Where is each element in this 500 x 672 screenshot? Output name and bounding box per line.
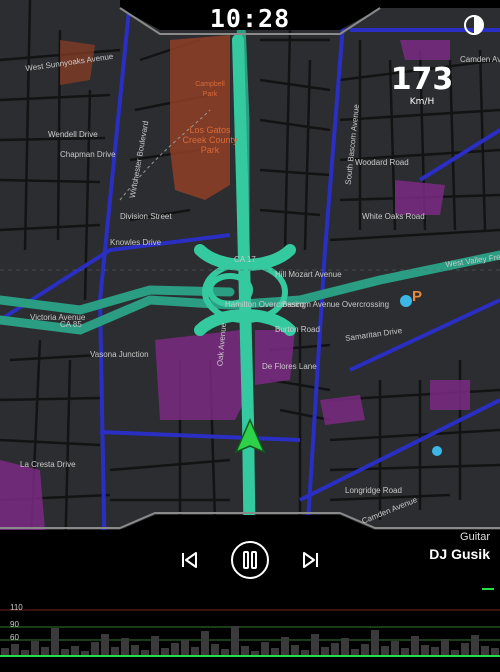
graph-bar bbox=[261, 642, 269, 656]
park-label: Los Gatos Creek County Park bbox=[182, 125, 238, 155]
graph-bar bbox=[371, 630, 379, 656]
speed-value: 173 bbox=[390, 62, 454, 97]
graph-bar bbox=[331, 643, 339, 656]
graph-canvas bbox=[0, 609, 500, 657]
graph-bar bbox=[1, 648, 9, 656]
speed-graph: 110 90 60 bbox=[0, 596, 500, 667]
graph-bar bbox=[121, 638, 129, 656]
y-axis-label: 110 bbox=[10, 603, 23, 612]
parking-icon[interactable]: P bbox=[412, 288, 422, 305]
street-label: De Flores Lane bbox=[262, 362, 317, 371]
graph-bar bbox=[221, 649, 229, 656]
airport-marker[interactable] bbox=[400, 295, 412, 307]
street-label: Knowles Drive bbox=[110, 238, 162, 247]
pause-icon bbox=[231, 541, 269, 579]
graph-bar bbox=[211, 644, 219, 656]
street-label: Woodard Road bbox=[355, 158, 409, 167]
graph-bar bbox=[361, 644, 369, 656]
graph-bar bbox=[411, 636, 419, 656]
street-label: Camden Avenue bbox=[460, 55, 500, 64]
graph-bar bbox=[481, 646, 489, 656]
status-indicator bbox=[482, 588, 494, 590]
street-label: White Oaks Road bbox=[362, 212, 425, 221]
theme-toggle-icon[interactable] bbox=[463, 14, 485, 36]
street-label: Division Street bbox=[120, 212, 172, 221]
graph-bar bbox=[321, 647, 329, 656]
graph-bar bbox=[231, 626, 239, 656]
park-area bbox=[170, 35, 230, 200]
graph-bar bbox=[201, 631, 209, 656]
graph-bar bbox=[41, 647, 49, 656]
y-axis-label: 60 bbox=[10, 633, 19, 642]
graph-bar bbox=[421, 645, 429, 656]
street-label: Longridge Road bbox=[345, 486, 402, 495]
graph-bar bbox=[341, 638, 349, 656]
graph-bar bbox=[461, 643, 469, 656]
graph-bar bbox=[351, 649, 359, 656]
skip-previous-icon bbox=[182, 552, 197, 568]
graph-bar bbox=[271, 648, 279, 656]
street-label: Hamilton Overcrossing bbox=[225, 300, 306, 309]
graph-bar bbox=[491, 648, 499, 656]
street-label: Vasona Junction bbox=[90, 350, 149, 359]
graph-bar bbox=[191, 647, 199, 656]
clock-time: 10:28 bbox=[209, 4, 291, 33]
graph-bar bbox=[391, 641, 399, 656]
graph-bar bbox=[171, 643, 179, 656]
graph-bar bbox=[471, 635, 479, 656]
graph-bar bbox=[131, 645, 139, 656]
graph-bar bbox=[431, 647, 439, 656]
graph-bar bbox=[241, 646, 249, 656]
speed-unit: Km/H bbox=[409, 97, 435, 107]
street-label: CA 85 bbox=[60, 320, 82, 329]
play-pause-button[interactable] bbox=[230, 540, 270, 580]
graph-bar bbox=[101, 634, 109, 656]
graph-bar bbox=[181, 640, 189, 656]
park-label: Campbell Park bbox=[195, 81, 225, 98]
graph-bar bbox=[161, 648, 169, 656]
street-label: Chapman Drive bbox=[60, 150, 116, 159]
graph-bar bbox=[61, 649, 69, 656]
graph-bar bbox=[401, 648, 409, 656]
track-artist: DJ Gusik bbox=[429, 546, 490, 562]
graph-bar bbox=[31, 641, 39, 656]
street-label: CA 17 bbox=[234, 255, 256, 264]
y-axis-label: 90 bbox=[10, 620, 19, 629]
skip-previous-button[interactable] bbox=[178, 549, 200, 571]
graph-bar bbox=[381, 646, 389, 656]
street-label: Wendell Drive bbox=[48, 130, 98, 139]
street-label: La Cresta Drive bbox=[20, 460, 76, 469]
airport-marker-2[interactable] bbox=[432, 446, 442, 456]
skip-next-button[interactable] bbox=[300, 549, 322, 571]
graph-bar bbox=[111, 647, 119, 656]
graph-bar bbox=[91, 642, 99, 656]
graph-bar bbox=[441, 639, 449, 656]
graph-bar bbox=[11, 644, 19, 656]
street-label: Hill Mozart Avenue bbox=[275, 270, 342, 279]
graph-bar bbox=[291, 645, 299, 656]
graph-bar bbox=[51, 628, 59, 656]
track-title: Guitar bbox=[460, 531, 490, 543]
graph-bar bbox=[311, 634, 319, 656]
graph-bar bbox=[281, 637, 289, 656]
street-label: Burton Road bbox=[275, 325, 320, 334]
skip-next-icon bbox=[303, 552, 318, 568]
graph-bar bbox=[71, 646, 79, 656]
graph-bar bbox=[151, 636, 159, 656]
